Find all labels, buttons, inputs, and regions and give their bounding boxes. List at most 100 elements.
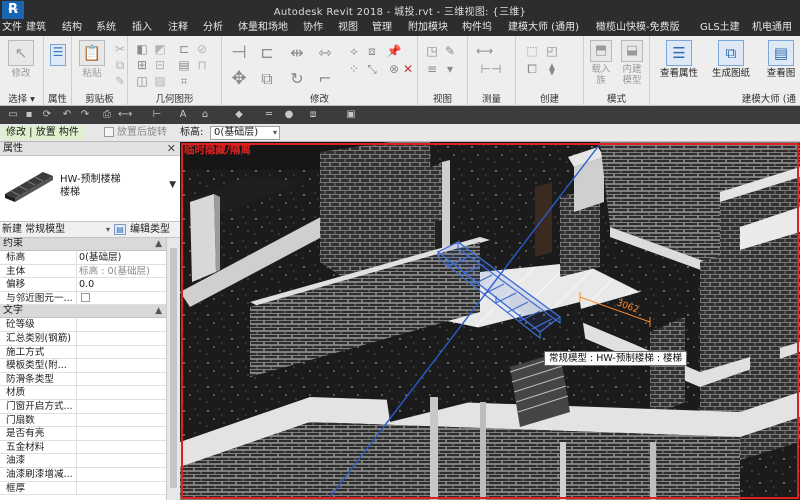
copy-element-icon[interactable]: ⧉ xyxy=(256,68,278,90)
tab-analyze[interactable]: 分析 xyxy=(203,20,223,36)
undo-icon[interactable]: ↶ xyxy=(60,108,74,122)
property-value[interactable] xyxy=(76,427,166,441)
chevron-down-icon[interactable]: ▼ xyxy=(169,180,176,190)
tab-collaborate[interactable]: 协作 xyxy=(303,20,323,36)
view-drawing-button[interactable]: ▤ 查看图 xyxy=(758,40,800,79)
paste-button[interactable]: 📋 粘贴 xyxy=(72,40,112,79)
tab-architecture[interactable]: 建筑 xyxy=(26,20,46,36)
remove-paint-icon[interactable]: ▤ xyxy=(176,58,192,72)
mirror-axis-icon[interactable]: ⇹ xyxy=(286,42,308,64)
property-value[interactable] xyxy=(76,413,166,427)
save-icon[interactable]: ▪ xyxy=(22,108,36,122)
measure-icon[interactable]: ⟷ xyxy=(476,44,493,58)
tab-structure[interactable]: 结构 xyxy=(62,20,82,36)
property-row[interactable]: 油漆刷漆增减... xyxy=(0,467,166,482)
scale-icon[interactable]: ⤡ xyxy=(364,62,380,76)
property-group-header[interactable]: 约束 ▲ xyxy=(0,238,166,251)
modify-button[interactable]: ↖ 修改 xyxy=(0,40,42,79)
line-style-icon[interactable]: ≡ xyxy=(424,62,440,76)
unjoin-icon[interactable]: ⊟ xyxy=(152,58,168,72)
split-icon[interactable]: ⟡ xyxy=(346,44,362,58)
copy-icon[interactable]: ⧉ xyxy=(112,58,128,72)
collapse-icon[interactable]: ▲ xyxy=(155,305,162,317)
split-face-icon[interactable]: ◫ xyxy=(134,74,150,88)
align-icon[interactable]: ⊣ xyxy=(228,42,250,64)
paint-icon[interactable]: ▨ xyxy=(152,74,168,88)
tab-insert[interactable]: 插入 xyxy=(132,20,152,36)
properties-icon[interactable]: ☰ xyxy=(50,44,66,66)
collapse-icon[interactable]: ▲ xyxy=(155,238,162,250)
load-family-button[interactable]: ⬒ 载入 族 xyxy=(586,40,616,86)
property-value[interactable] xyxy=(76,331,166,345)
tab-view[interactable]: 视图 xyxy=(338,20,358,36)
cut-icon[interactable]: ✂ xyxy=(112,42,128,56)
property-value[interactable] xyxy=(76,399,166,413)
property-row[interactable]: 门窗开启方式... xyxy=(0,399,166,414)
view-options-icon[interactable]: ▾ xyxy=(442,62,458,76)
property-row[interactable]: 门扇数 xyxy=(0,413,166,428)
property-row[interactable]: 主体 标高 : 0(基础层) xyxy=(0,264,166,279)
generate-drawing-button[interactable]: ⧉ 生成图纸 xyxy=(706,40,756,79)
view-properties-button[interactable]: ☰ 查看属性 xyxy=(654,40,704,79)
select-dropdown[interactable]: 选择 ▾ xyxy=(0,91,43,105)
close-hidden-icon[interactable]: ● xyxy=(282,108,296,122)
tab-olive-mountain[interactable]: 橄榄山快模-免费版 xyxy=(596,20,680,36)
delete-icon[interactable]: ✕ xyxy=(400,62,416,76)
property-value[interactable] xyxy=(76,440,166,454)
property-value[interactable] xyxy=(76,454,166,468)
in-place-model-button[interactable]: ⬓ 内建 模型 xyxy=(616,40,648,86)
measure-qat-icon[interactable]: ⟷ xyxy=(118,108,132,122)
trim-icon[interactable]: ⌐ xyxy=(314,68,336,90)
properties-scrollbar[interactable] xyxy=(166,238,180,500)
customize-qat-icon[interactable]: ▣ xyxy=(344,108,358,122)
property-value[interactable] xyxy=(76,467,166,481)
property-group-header[interactable]: 文字 ▲ xyxy=(0,305,166,319)
edit-type-button[interactable]: ▤ 编辑类型 xyxy=(114,223,170,237)
tab-component-dock[interactable]: 构件坞 xyxy=(462,20,492,36)
hide-element-icon[interactable]: ◳ xyxy=(424,44,440,58)
cut-geometry-icon[interactable]: ◩ xyxy=(152,42,168,56)
property-row[interactable]: 与邻近图元一... xyxy=(0,291,166,306)
join-icon[interactable]: ⊞ xyxy=(134,58,150,72)
property-row[interactable]: 框厚 xyxy=(0,481,166,496)
tab-file[interactable]: 文件 xyxy=(2,20,22,36)
demolish-icon[interactable]: ⊘ xyxy=(194,42,210,56)
instance-filter-dropdown[interactable]: 新建 常规模型 xyxy=(2,223,112,237)
tab-systems[interactable]: 系统 xyxy=(96,20,116,36)
property-value[interactable]: 标高 : 0(基础层) xyxy=(76,264,166,278)
close-icon[interactable]: ✕ xyxy=(167,142,176,156)
property-value[interactable] xyxy=(76,372,166,386)
type-selector[interactable]: HW-预制楼梯 楼梯 ▼ xyxy=(0,156,180,222)
default-3d-icon[interactable]: ⌂ xyxy=(198,108,212,122)
property-value[interactable] xyxy=(76,386,166,400)
aligned-dimension-icon[interactable]: ⊢⊣ xyxy=(476,62,506,76)
offset-icon[interactable]: ⊏ xyxy=(256,42,278,64)
section-icon[interactable]: ◆ xyxy=(232,108,246,122)
switch-windows-icon[interactable]: ⧈ xyxy=(306,108,320,122)
property-value[interactable] xyxy=(76,318,166,332)
tab-manage[interactable]: 管理 xyxy=(372,20,392,36)
property-row[interactable]: 施工方式 xyxy=(0,345,166,360)
create-group-icon[interactable]: ⧠ xyxy=(524,62,540,76)
beam-join-icon[interactable]: ⊓ xyxy=(194,58,210,72)
create-similar-icon[interactable]: ⧫ xyxy=(544,62,560,76)
wall-joins-icon[interactable]: ⊏ xyxy=(176,42,192,56)
rotate-icon[interactable]: ↻ xyxy=(286,68,308,90)
pin-icon[interactable]: 📌 xyxy=(386,44,402,58)
override-graphics-icon[interactable]: ✎ xyxy=(442,44,458,58)
text-icon[interactable]: A xyxy=(176,108,190,122)
mirror-draw-icon[interactable]: ⇿ xyxy=(314,42,336,64)
tab-massing-site[interactable]: 体量和场地 xyxy=(238,20,288,36)
property-row[interactable]: 标高 0(基础层) xyxy=(0,251,166,265)
scrollbar-thumb[interactable] xyxy=(170,248,177,488)
property-row[interactable]: 砼等级 xyxy=(0,318,166,332)
create-assembly-icon[interactable]: ⬚ xyxy=(524,44,540,58)
property-row[interactable]: 模板类型(附... xyxy=(0,359,166,373)
aligned-dim-qat-icon[interactable]: ⊢ xyxy=(150,108,164,122)
property-row[interactable]: 是否有亮 xyxy=(0,427,166,441)
property-row[interactable]: 材质 xyxy=(0,386,166,400)
open-icon[interactable]: ▭ xyxy=(6,108,20,122)
split-gap-icon[interactable]: ⧈ xyxy=(364,44,380,58)
tab-gls[interactable]: GLS土建 xyxy=(700,20,740,36)
tab-annotate[interactable]: 注释 xyxy=(168,20,188,36)
